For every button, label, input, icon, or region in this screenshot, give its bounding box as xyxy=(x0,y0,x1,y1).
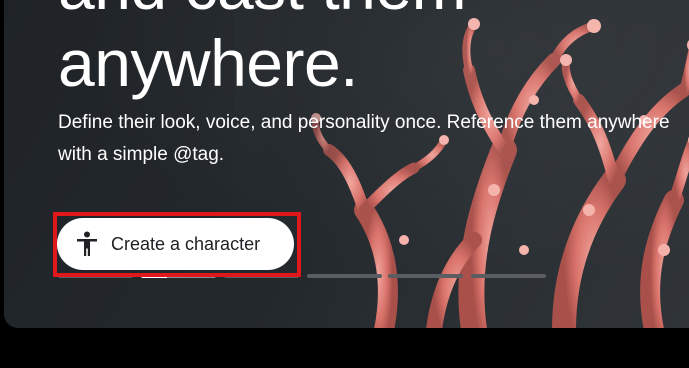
accessibility-person-icon xyxy=(77,231,97,256)
headline-line-1: and cast them xyxy=(58,0,467,23)
carousel-indicator-5[interactable] xyxy=(388,274,463,278)
page: and cast them anywhere. Define their loo… xyxy=(0,0,689,368)
carousel-indicator-4[interactable] xyxy=(307,274,382,278)
headline-line-2: anywhere. xyxy=(58,26,359,100)
create-character-label: Create a character xyxy=(111,233,261,254)
create-character-button[interactable]: Create a character xyxy=(57,218,294,270)
hero-card: and cast them anywhere. Define their loo… xyxy=(4,0,689,328)
hero-headline: and cast them anywhere. xyxy=(58,0,467,102)
carousel-indicator-6[interactable] xyxy=(471,274,546,278)
hero-description: Define their look, voice, and personalit… xyxy=(58,112,670,165)
